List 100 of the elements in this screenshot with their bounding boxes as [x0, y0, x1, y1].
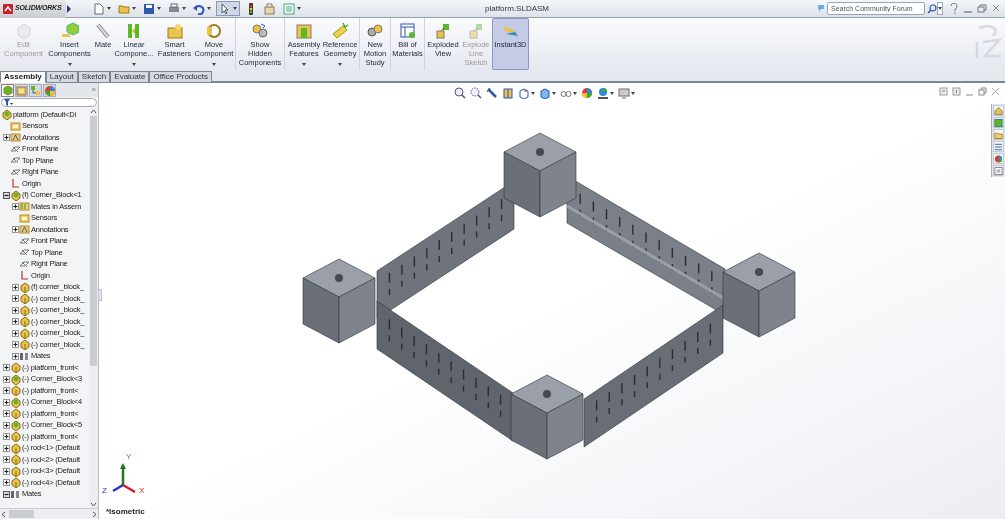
tile-button[interactable] [939, 87, 948, 96]
new-document-button[interactable] [91, 1, 113, 16]
mates-icon [19, 350, 30, 362]
expand-icon[interactable] [11, 226, 19, 234]
task-pane-tab[interactable] [993, 153, 1004, 164]
ribbon-tab[interactable]: Layout [45, 71, 78, 83]
undo-icon [193, 2, 205, 15]
tile-button[interactable] [952, 87, 961, 96]
caret-icon [207, 7, 211, 10]
expand-icon[interactable] [2, 364, 10, 372]
expand-icon[interactable] [2, 433, 10, 441]
part-icon [10, 408, 21, 420]
expand-icon[interactable] [2, 467, 10, 475]
annotation-folder-icon [10, 132, 21, 144]
resize-handle-icon[interactable] [98, 289, 102, 301]
expand-icon[interactable] [11, 329, 19, 337]
task-pane-tab[interactable] [993, 129, 1004, 140]
assembly-icon [10, 189, 21, 201]
configuration-icon [30, 84, 41, 96]
part-icon [10, 477, 21, 489]
expand-icon[interactable] [11, 341, 19, 349]
panel-tab[interactable] [1, 83, 14, 97]
expand-icon[interactable] [2, 134, 10, 142]
collapse-icon[interactable] [2, 490, 10, 498]
cursor-icon [219, 2, 231, 15]
close-button[interactable] [991, 3, 1001, 14]
collapse-icon[interactable] [2, 191, 10, 199]
panel-tab[interactable] [43, 83, 56, 97]
zoom-fit-button[interactable] [454, 87, 466, 99]
caret-icon [182, 7, 186, 10]
task-pane-tab[interactable] [993, 105, 1004, 116]
expand-icon[interactable] [11, 203, 19, 211]
part-icon [19, 293, 30, 305]
expand-icon[interactable] [2, 479, 10, 487]
logo-icon [3, 3, 13, 14]
expand-icon[interactable] [2, 375, 10, 383]
save-icon [143, 2, 155, 15]
expand-icon[interactable] [11, 306, 19, 314]
expand-icon[interactable] [11, 318, 19, 326]
properties-icon [994, 165, 1003, 176]
expand-icon[interactable] [2, 387, 10, 395]
previous-view-icon [486, 87, 498, 99]
axis-label: Y [126, 453, 132, 461]
part-icon [10, 362, 21, 374]
caret-icon [132, 7, 136, 10]
previous-view-button[interactable] [486, 87, 498, 99]
ribbon-tab[interactable]: Office Products [149, 71, 212, 83]
expand-icon[interactable] [2, 398, 10, 406]
scene-button[interactable] [597, 87, 614, 99]
view-orientation-button[interactable] [518, 87, 535, 99]
help-icon [949, 3, 959, 14]
expand-icon[interactable] [11, 352, 19, 360]
scrollbar[interactable] [89, 108, 98, 508]
part-icon [10, 465, 21, 477]
monitor-icon [618, 87, 630, 99]
assembly-icon [10, 419, 21, 431]
axis-label: X [139, 487, 145, 495]
explode-line-icon [467, 22, 485, 40]
folder-icon [10, 120, 21, 132]
cursor-button[interactable] [216, 1, 240, 16]
insert-icon [60, 22, 79, 40]
save-button[interactable] [141, 1, 163, 16]
minimize-icon [963, 10, 973, 13]
expand-panel-button[interactable]: » [91, 85, 97, 95]
table-icon [398, 22, 417, 40]
caret-icon [610, 91, 614, 95]
expand-icon[interactable] [2, 410, 10, 418]
section-view-button[interactable] [502, 87, 514, 99]
expand-icon[interactable] [2, 444, 10, 452]
task-pane-tab[interactable] [993, 117, 1004, 128]
display-style-icon [539, 87, 551, 99]
monitor-button[interactable] [618, 87, 635, 99]
expand-icon[interactable] [11, 283, 19, 291]
display-style-button[interactable] [539, 87, 556, 99]
assembly-icon [2, 84, 13, 96]
search-dropdown-button[interactable] [937, 2, 943, 15]
home-icon [994, 105, 1003, 116]
task-pane-tab[interactable] [993, 165, 1004, 176]
ribbon-tab[interactable]: Assembly [0, 71, 46, 83]
part-icon [19, 281, 30, 293]
arrow-icon [67, 4, 71, 13]
zoom-area-button[interactable] [470, 87, 482, 99]
expand-icon[interactable] [2, 456, 10, 464]
help-button[interactable] [949, 3, 959, 14]
expand-icon[interactable] [2, 421, 10, 429]
filter-field[interactable] [1, 98, 97, 107]
ribbon-tab[interactable]: Sketch [77, 71, 111, 83]
view-label: *Isometric [106, 506, 145, 518]
fastener-icon [165, 22, 184, 40]
scroll-down-icon [90, 502, 97, 508]
appearance-button[interactable] [581, 87, 593, 99]
expand-icon[interactable] [11, 295, 19, 303]
restore-button[interactable] [977, 3, 987, 14]
folder-icon [118, 2, 130, 15]
assembly-icon [10, 396, 21, 408]
task-pane-tab[interactable] [993, 141, 1004, 152]
ribbon-tab[interactable]: Evaluate [110, 71, 150, 83]
component-icon [14, 22, 33, 40]
horizontal-scrollbar[interactable] [0, 508, 98, 519]
assembly-icon [10, 373, 21, 385]
